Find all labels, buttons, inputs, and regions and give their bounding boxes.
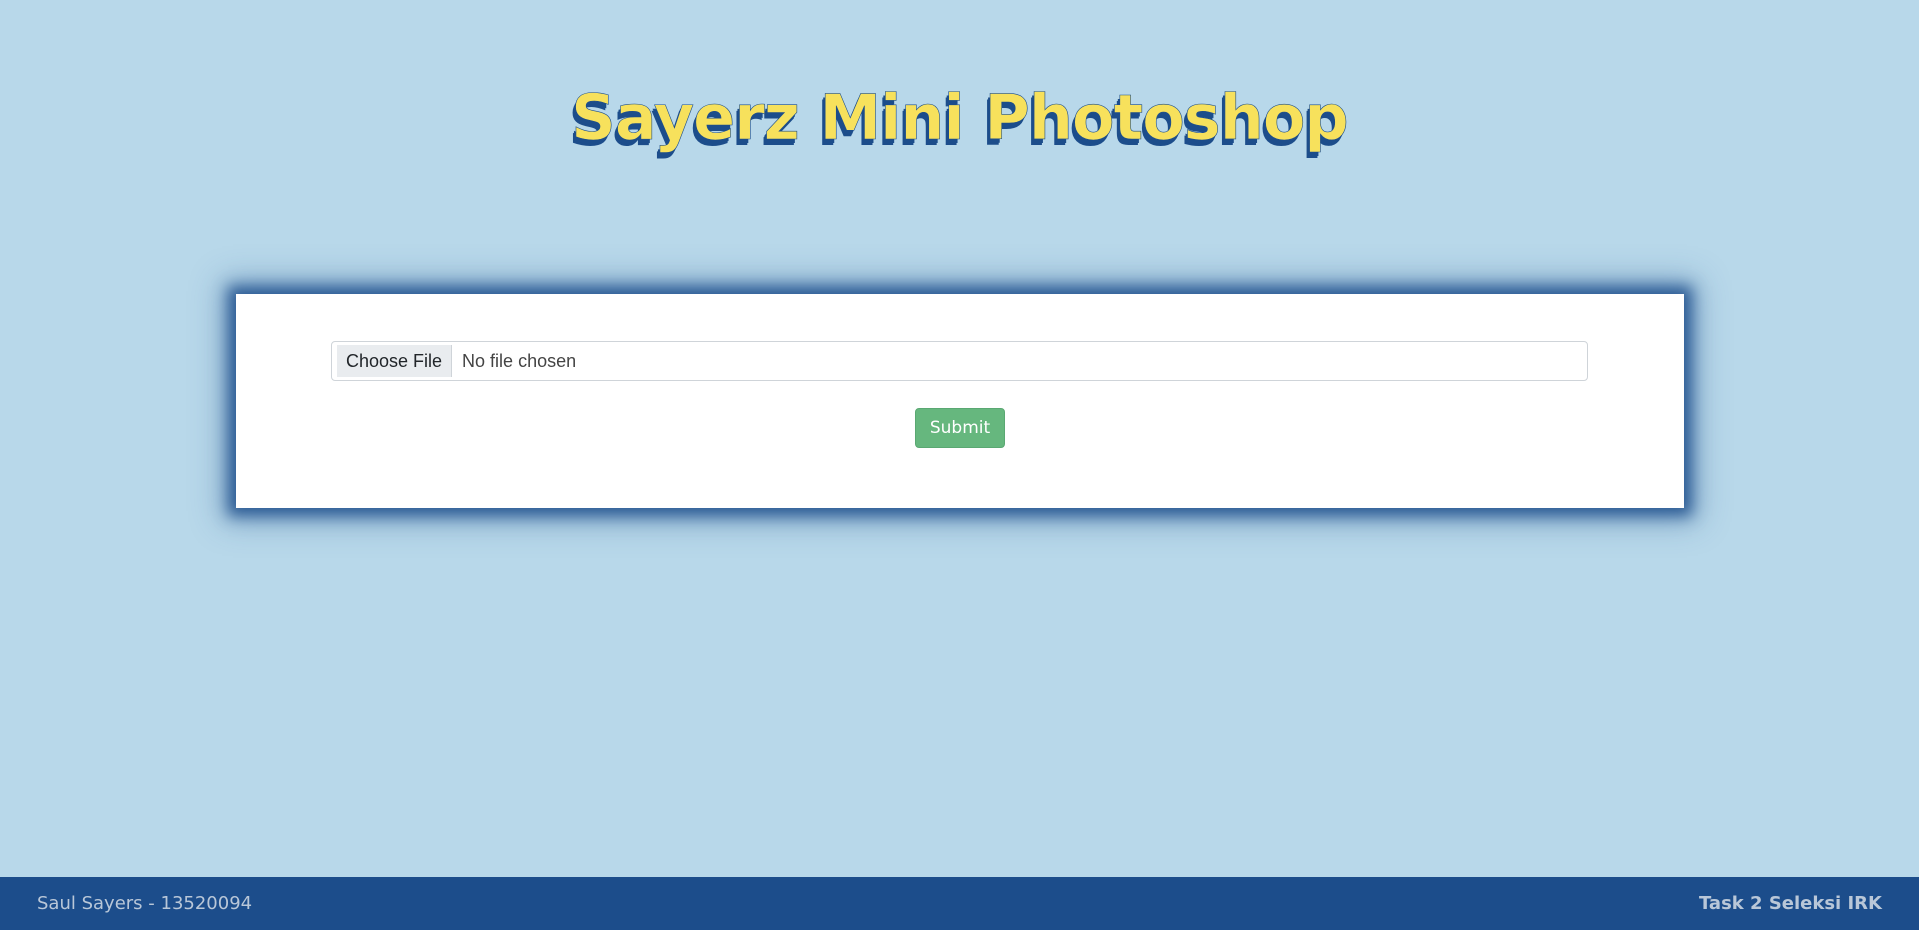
footer: Saul Sayers - 13520094 Task 2 Seleksi IR… xyxy=(0,877,1919,930)
choose-file-button[interactable]: Choose File xyxy=(337,345,453,377)
file-input[interactable]: Choose File No file chosen xyxy=(331,341,1588,381)
footer-task-label: Task 2 Seleksi IRK xyxy=(1698,893,1882,914)
upload-card: Choose File No file chosen Submit xyxy=(236,294,1684,508)
page-title: Sayerz Mini Photoshop xyxy=(571,81,1349,155)
submit-button[interactable]: Submit xyxy=(915,408,1005,448)
file-status-text: No file chosen xyxy=(462,350,577,371)
footer-author: Saul Sayers - 13520094 xyxy=(37,893,253,914)
